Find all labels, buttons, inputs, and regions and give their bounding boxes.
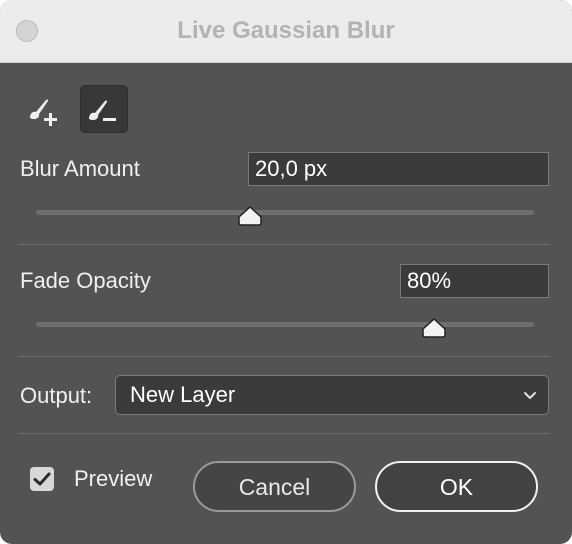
cancel-button[interactable]: Cancel (193, 461, 356, 512)
brush-plus-icon (30, 99, 57, 126)
ok-button[interactable]: OK (375, 461, 538, 512)
fade-opacity-field[interactable]: 80% (400, 264, 549, 298)
separator (18, 244, 550, 245)
output-selected-value: New Layer (130, 382, 236, 407)
blur-amount-slider-track[interactable] (36, 210, 534, 215)
dialog-title: Live Gaussian Blur (177, 17, 395, 44)
fade-opacity-slider-thumb[interactable] (421, 318, 447, 338)
blur-amount-field[interactable]: 20,0 px (248, 152, 549, 186)
preview-label: Preview (74, 466, 153, 491)
blur-amount-slider-thumb[interactable] (237, 206, 263, 226)
brush-minus-icon (89, 100, 116, 121)
preview-checkbox[interactable] (30, 467, 54, 491)
output-label: Output: (20, 383, 93, 408)
fade-opacity-label: Fade Opacity (20, 268, 151, 293)
dialog-window: Live Gaussian Blur Blur Amount 20,0 px F… (0, 0, 572, 544)
title-bar: Live Gaussian Blur (0, 0, 572, 63)
brush-add-tool[interactable] (21, 85, 69, 133)
separator (18, 433, 550, 434)
checkmark-icon (33, 472, 51, 486)
fade-opacity-slider-track[interactable] (36, 322, 534, 327)
brush-subtract-tool[interactable] (80, 85, 128, 133)
separator (18, 356, 550, 357)
output-select[interactable]: New Layer (115, 375, 549, 415)
chevron-down-icon (524, 392, 536, 399)
blur-amount-label: Blur Amount (20, 156, 140, 181)
